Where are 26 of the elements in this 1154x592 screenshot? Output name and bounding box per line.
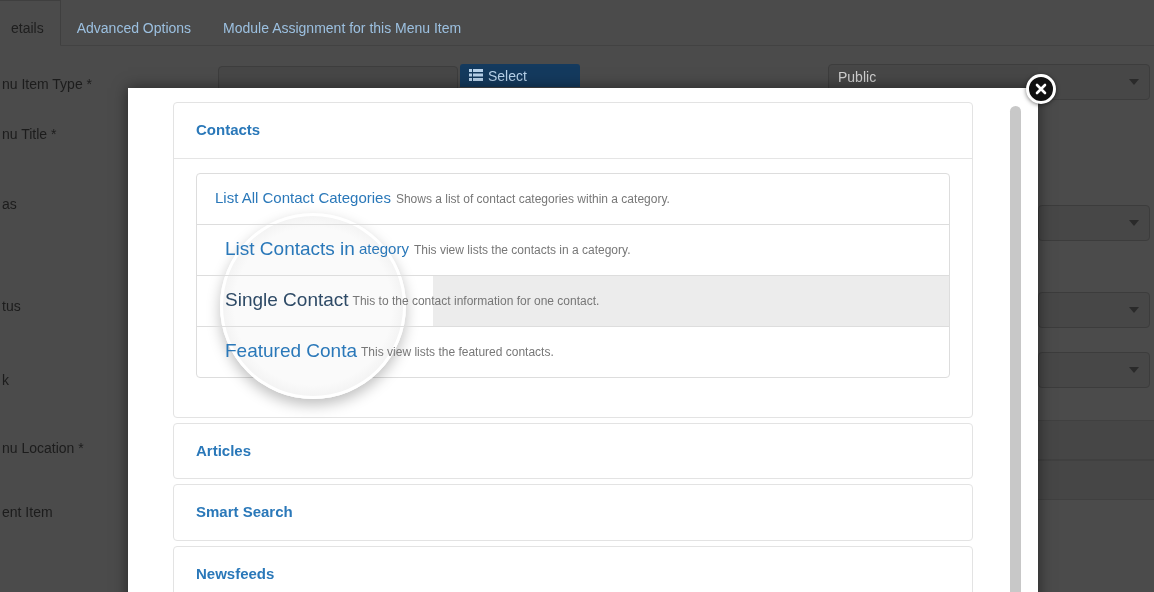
tab[interactable]: Module Assignment for this Menu Item — [207, 0, 478, 46]
accordion-header[interactable]: Newsfeeds — [174, 546, 972, 592]
close-icon — [1035, 83, 1047, 95]
item-link[interactable]: List All Contact Categories — [215, 187, 391, 210]
accordion-header[interactable]: Articles — [174, 423, 972, 478]
item-description: This view lists the featured contacts. — [361, 343, 554, 361]
item-description: This view lists the contacts in a category. — [413, 241, 631, 259]
list-icon — [469, 69, 483, 81]
scrollbar[interactable] — [1010, 106, 1021, 592]
input-field[interactable] — [1038, 420, 1154, 460]
select-field[interactable] — [1038, 352, 1150, 388]
accordion-header[interactable]: Contacts — [174, 103, 972, 158]
list-item[interactable]: Single Contact This to the contact information for one contact. — [197, 274, 949, 326]
select-field[interactable] — [1038, 205, 1150, 241]
item-link[interactable]: ategory — [358, 238, 409, 261]
input-field[interactable] — [1038, 460, 1154, 500]
magnified-text: Single Contact — [225, 288, 349, 313]
tab[interactable]: Advanced Options — [60, 0, 208, 46]
item-description: This to the contact information for one contact. — [352, 292, 600, 310]
list-item[interactable]: List All Contact Categories Shows a list of contact categories within a category. — [197, 173, 949, 224]
select-button[interactable]: Select — [460, 64, 580, 87]
magnified-text: List Contacts in — [225, 237, 355, 262]
accordion-header[interactable]: Smart Search — [174, 485, 972, 540]
item-description: Shows a list of contact categories within a category. — [395, 190, 670, 208]
magnified-text: Featured Conta — [225, 339, 358, 364]
select-field[interactable] — [1038, 292, 1150, 328]
